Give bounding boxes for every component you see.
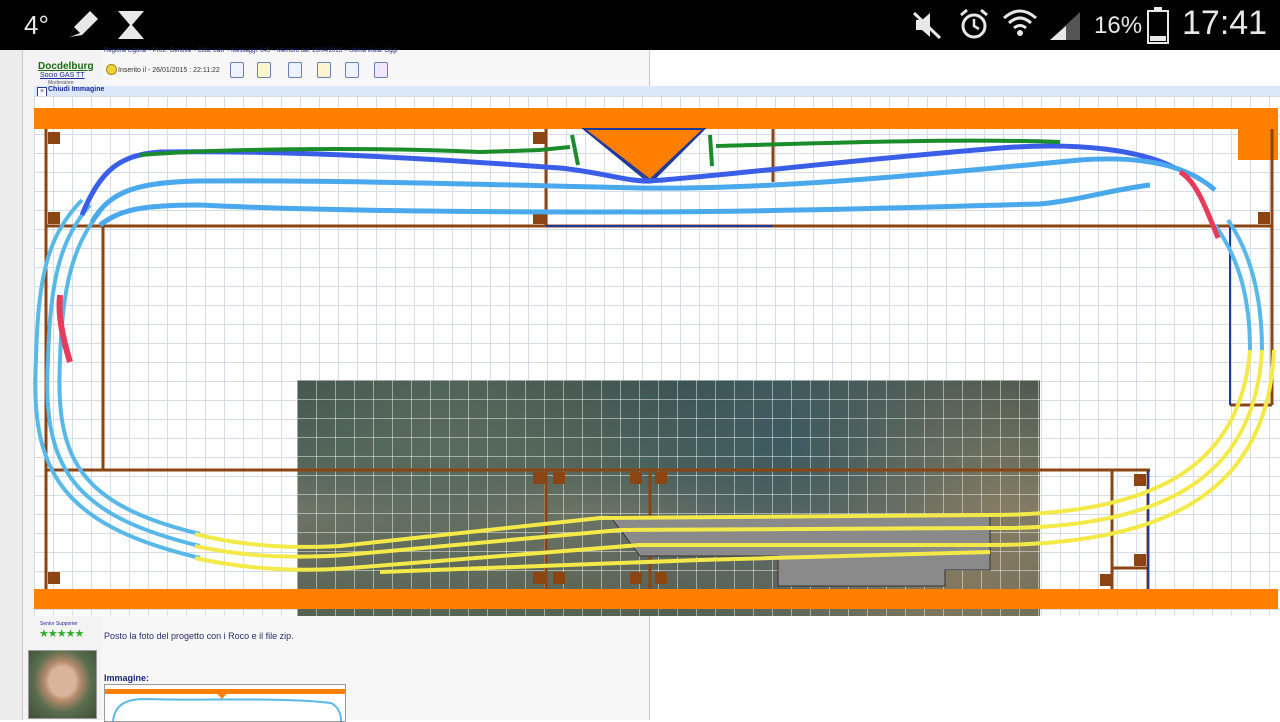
avatar[interactable] [28, 650, 97, 719]
top-orange-board [34, 108, 1278, 129]
track-plan-drawing [33, 108, 1278, 609]
top-track-light-blue-2 [98, 182, 1151, 228]
image-label: Immagine: [104, 673, 150, 683]
rating-stars: ★★★★★ [39, 628, 84, 640]
post-image-thumbnail[interactable] [104, 684, 346, 722]
red-mark-right [1178, 169, 1221, 239]
post-text: Posto la foto del progetto con i Roco e … [104, 631, 294, 641]
bottom-orange-board [34, 589, 1278, 609]
right-loop-tracks [989, 349, 1276, 547]
left-loop-tracks [33, 198, 201, 560]
